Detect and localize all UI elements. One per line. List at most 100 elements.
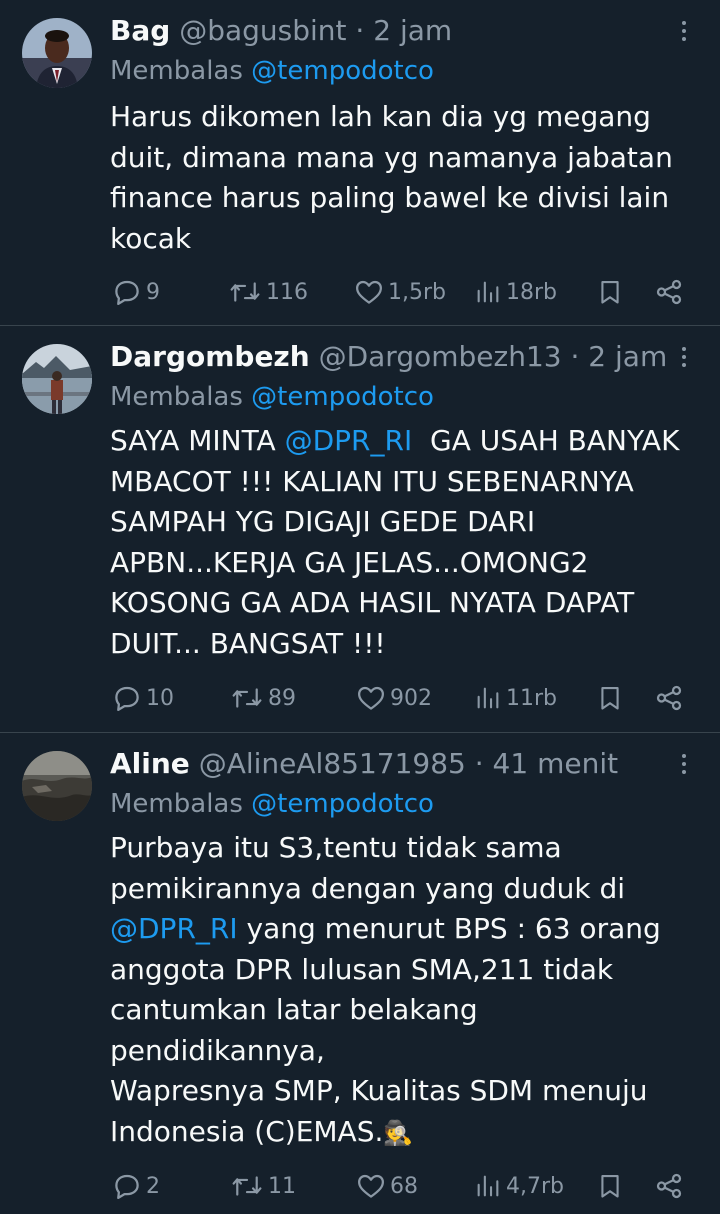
bookmark-icon [601, 281, 619, 304]
tweet-text-line: KOSONG GA ADA HASIL NYATA DAPAT [110, 586, 635, 619]
avatar[interactable] [22, 344, 92, 414]
reply-to-mention[interactable]: @tempodotco [251, 382, 434, 412]
text-segment: Indonesia (C)EMAS. [110, 1114, 384, 1148]
display-name[interactable]: Dargombezh [110, 340, 310, 373]
mention-link[interactable]: @DPR_RI [110, 912, 238, 945]
views-button[interactable]: 18rb [474, 274, 557, 310]
retweet-icon [232, 688, 262, 708]
text-segment: GA USAH BANYAK [412, 424, 680, 457]
views-button[interactable]: 4,7rb [474, 1168, 564, 1204]
text-segment: SAYA MINTA [110, 424, 285, 457]
tweet-header: Dargombezh @Dargombezh13 · 2 jam [110, 340, 667, 374]
share-button[interactable] [654, 274, 684, 310]
text-segment: yang menurut BPS : 63 orang [237, 912, 661, 945]
bookmark-button[interactable] [596, 274, 624, 310]
reply-context: Membalas @tempodotco [110, 54, 434, 88]
like-button[interactable]: 68 [356, 1168, 418, 1204]
reply-icon [115, 280, 139, 305]
timestamp[interactable]: · 2 jam [570, 340, 667, 373]
share-button[interactable] [654, 1168, 684, 1204]
views-count: 4,7rb [506, 1173, 564, 1199]
tweet-text-line: pemikirannya dengan yang duduk di [110, 871, 626, 905]
reply-prefix: Membalas [110, 382, 243, 412]
more-icon[interactable] [676, 751, 692, 781]
tweet-text-line: Wapresnya SMP, Kualitas SDM menuju [110, 1074, 648, 1107]
like-count: 902 [390, 685, 432, 711]
timestamp[interactable]: · 41 menit [475, 747, 618, 780]
tweet-text-line: duit, dimana mana yg namanya jabatan [110, 140, 673, 174]
views-icon [477, 281, 499, 303]
retweet-button[interactable]: 89 [230, 680, 296, 716]
views-icon [477, 687, 499, 709]
bookmark-button[interactable] [596, 1168, 624, 1204]
bookmark-icon [601, 1175, 619, 1198]
like-button[interactable]: 902 [356, 680, 432, 716]
action-bar: 2 11 68 4,7rb [0, 1168, 720, 1204]
share-button[interactable] [654, 680, 684, 716]
user-handle[interactable]: @Dargombezh13 [319, 340, 562, 373]
reply-context: Membalas @tempodotco [110, 787, 434, 821]
reply-to-mention[interactable]: @tempodotco [251, 56, 434, 86]
bookmark-icon [601, 687, 619, 710]
timestamp[interactable]: · 2 jam [355, 14, 452, 47]
tweet-text-line: pendidikannya, [110, 1033, 325, 1067]
tweet-text: SAYA MINTA @DPR_RI GA USAH BANYAK MBACOT… [110, 421, 710, 664]
more-icon[interactable] [676, 344, 692, 374]
mention-link[interactable]: @DPR_RI [285, 424, 413, 457]
reply-count: 10 [146, 685, 174, 711]
views-button[interactable]: 11rb [474, 680, 557, 716]
tweet-1[interactable]: Bag @bagusbint · 2 jam Membalas @tempodo… [0, 0, 720, 325]
retweet-button[interactable]: 11 [230, 1168, 296, 1204]
retweet-icon [230, 282, 260, 302]
retweet-count: 89 [268, 685, 296, 711]
avatar[interactable] [22, 751, 92, 821]
views-count: 18rb [506, 279, 558, 305]
user-handle[interactable]: @AlineAl85171985 [199, 747, 466, 780]
more-icon[interactable] [676, 18, 692, 48]
views-icon [477, 1175, 499, 1197]
reply-prefix: Membalas [110, 789, 243, 819]
retweet-count: 11 [268, 1173, 296, 1199]
reply-button[interactable]: 10 [112, 680, 174, 716]
tweet-2[interactable]: Dargombezh @Dargombezh13 · 2 jam Membala… [0, 326, 720, 732]
tweet-text-line: SAMPAH YG DIGAJI GEDE DARI [110, 505, 536, 538]
share-icon [656, 1173, 682, 1199]
tweet-header: Bag @bagusbint · 2 jam [110, 14, 452, 48]
reply-count: 9 [146, 279, 160, 305]
tweet-text-line: MBACOT !!! KALIAN ITU SEBENARNYA [110, 464, 634, 498]
tweet-text-line: @DPR_RI yang menurut BPS : 63 orang [110, 909, 710, 950]
tweet-text-line: Harus dikomen lah kan dia yg megang [110, 100, 651, 133]
retweet-count: 116 [266, 279, 308, 305]
avatar[interactable] [22, 18, 92, 88]
action-bar: 9 116 1,5rb 18rb [0, 274, 720, 310]
bookmark-button[interactable] [596, 680, 624, 716]
reply-prefix: Membalas [110, 56, 243, 86]
reply-button[interactable]: 2 [112, 1168, 160, 1204]
reply-context: Membalas @tempodotco [110, 380, 434, 414]
detective-emoji: 🕵 [383, 1118, 414, 1147]
retweet-button[interactable]: 116 [228, 274, 308, 310]
reply-to-mention[interactable]: @tempodotco [251, 789, 434, 819]
user-handle[interactable]: @bagusbint [179, 14, 346, 47]
tweet-header: Aline @AlineAl85171985 · 41 menit [110, 747, 618, 781]
tweet-text-line: kocak [110, 221, 192, 255]
display-name[interactable]: Bag [110, 14, 170, 47]
share-icon [656, 279, 682, 305]
tweet-text-line: APBN...KERJA GA JELAS...OMONG2 [110, 545, 589, 579]
like-count: 1,5rb [388, 279, 446, 305]
reply-count: 2 [146, 1173, 160, 1199]
tweet-text-line: DUIT... BANGSAT !!! [110, 626, 386, 660]
reply-button[interactable]: 9 [112, 274, 160, 310]
tweet-text: Harus dikomen lah kan dia yg megang duit… [110, 97, 710, 259]
tweet-text-line: Indonesia (C)EMAS.🕵 [110, 1112, 710, 1153]
retweet-icon [232, 1176, 262, 1196]
views-count: 11rb [506, 685, 558, 711]
reply-icon [115, 1174, 139, 1199]
display-name[interactable]: Aline [110, 747, 190, 780]
tweet-3[interactable]: Aline @AlineAl85171985 · 41 menit Membal… [0, 733, 720, 1214]
like-button[interactable]: 1,5rb [354, 274, 446, 310]
like-icon [358, 1174, 384, 1198]
tweet-text: Purbaya itu S3,tentu tidak sama pemikira… [110, 828, 710, 1152]
tweet-text-line: anggota DPR lulusan SMA,211 tidak [110, 952, 614, 986]
like-count: 68 [390, 1173, 418, 1199]
